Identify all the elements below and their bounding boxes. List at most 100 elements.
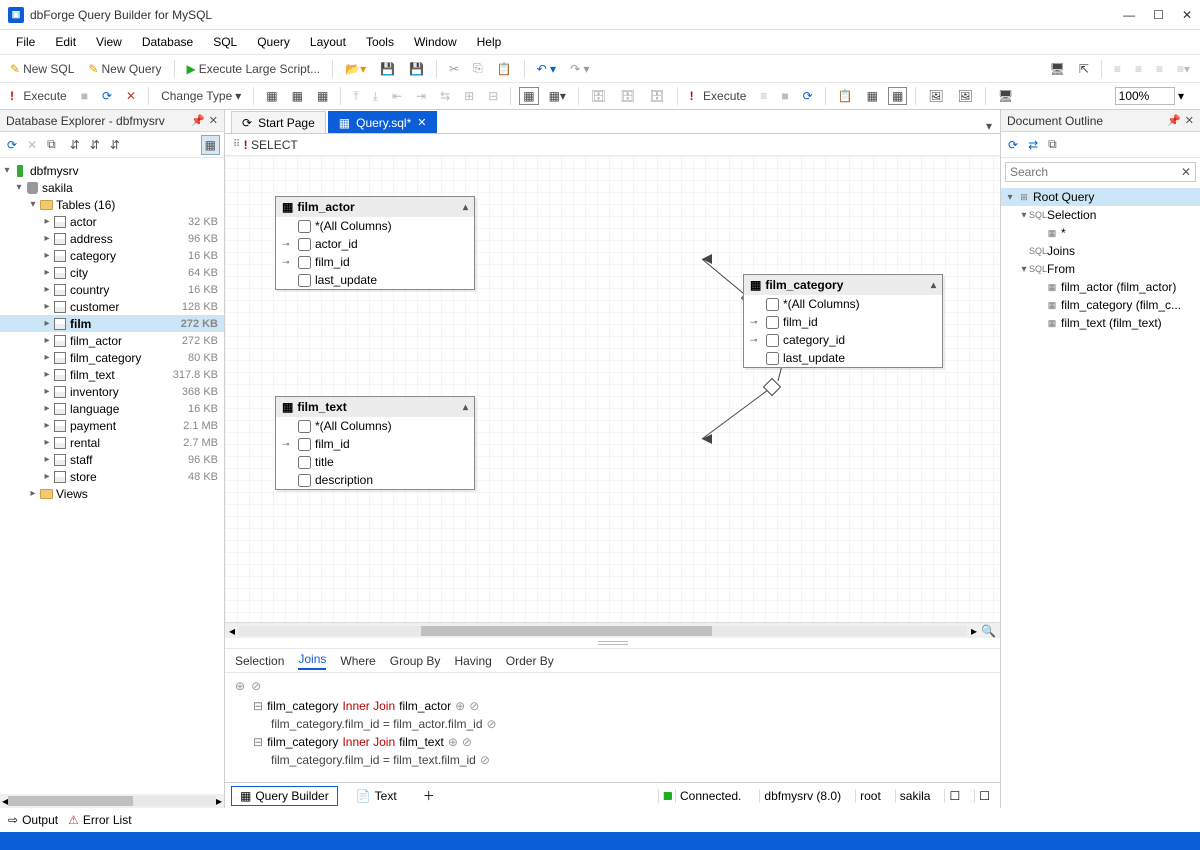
- add-mode-button[interactable]: ＋: [415, 785, 443, 806]
- menu-tools[interactable]: Tools: [358, 33, 402, 51]
- join-condition-2[interactable]: film_category.film_id = film_text.film_i…: [235, 751, 990, 769]
- qtab-groupby[interactable]: Group By: [390, 654, 441, 668]
- entity-column[interactable]: description: [276, 471, 474, 489]
- remove-icon[interactable]: ⊘: [480, 753, 490, 767]
- execute-large-script-button[interactable]: ▶Execute Large Script...: [183, 60, 325, 78]
- redo-dropdown-button[interactable]: ↷ ▾: [566, 60, 593, 78]
- menu-view[interactable]: View: [88, 33, 130, 51]
- sync-outline-icon[interactable]: ⇄: [1025, 136, 1041, 154]
- cancel-button[interactable]: ✕: [122, 87, 140, 105]
- new-query-button[interactable]: ✎New Query: [84, 60, 165, 78]
- tab-start-page[interactable]: ⟳ Start Page: [231, 111, 326, 133]
- column-checkbox[interactable]: [298, 438, 311, 451]
- qtab-having[interactable]: Having: [454, 654, 491, 668]
- add-icon[interactable]: ⊕: [455, 699, 465, 713]
- export-icon[interactable]: ⇱: [1075, 60, 1093, 78]
- toggle-view-icon[interactable]: ▦: [201, 135, 220, 155]
- entity-column[interactable]: ⊸film_id: [276, 435, 474, 453]
- tree-item[interactable]: ▸film272 KB: [0, 315, 224, 332]
- tree-item[interactable]: ▸category16 KB: [0, 247, 224, 264]
- zoom-input[interactable]: [1115, 87, 1175, 105]
- outline-item[interactable]: ▦*: [1001, 224, 1200, 242]
- refresh-outline-icon[interactable]: ⟳: [1005, 136, 1021, 154]
- align-center-icon[interactable]: ≡: [1131, 60, 1146, 78]
- tree-item[interactable]: ▸rental2.7 MB: [0, 434, 224, 451]
- remove-icon[interactable]: ⊘: [462, 735, 472, 749]
- database-tree[interactable]: ▾dbfmysrv▾sakila▾Tables (16)▸actor32 KB▸…: [0, 158, 224, 794]
- close-button[interactable]: ✕: [1182, 8, 1192, 22]
- add-icon[interactable]: ⊕: [448, 735, 458, 749]
- tb2-icon-5[interactable]: ⤓: [369, 87, 382, 106]
- tb2-dropdown-1[interactable]: ▦▾: [545, 87, 570, 105]
- tree-item[interactable]: ▸language16 KB: [0, 400, 224, 417]
- menu-sql[interactable]: SQL: [205, 33, 245, 51]
- tree-item[interactable]: ▸customer128 KB: [0, 298, 224, 315]
- menu-query[interactable]: Query: [249, 33, 298, 51]
- filter3-icon[interactable]: ⇵: [107, 136, 123, 154]
- tab-menu-dropdown[interactable]: ▾: [986, 119, 992, 133]
- tree-item[interactable]: ▸film_text317.8 KB: [0, 366, 224, 383]
- remove-icon[interactable]: ⊘: [469, 699, 479, 713]
- canvas-hscrollbar[interactable]: ◂▸ 🔍: [225, 622, 1000, 638]
- outline-item[interactable]: ▾SQLFrom: [1001, 260, 1200, 278]
- tb2-db-1[interactable]: 🗄: [587, 87, 610, 105]
- pin-icon[interactable]: 📌: [1167, 114, 1181, 127]
- column-checkbox[interactable]: [298, 456, 311, 469]
- column-checkbox[interactable]: [298, 220, 311, 233]
- tree-item[interactable]: ▸inventory368 KB: [0, 383, 224, 400]
- db-explorer-hscrollbar[interactable]: ◂▸: [0, 794, 224, 808]
- tb2-icon-2[interactable]: ▦: [288, 87, 307, 105]
- entity-film-category[interactable]: ▦film_category▴ *(All Columns)⊸film_id⊸c…: [743, 274, 943, 368]
- tb2-settings-icon[interactable]: 🖥: [994, 87, 1017, 105]
- entity-column[interactable]: *(All Columns): [276, 417, 474, 435]
- entity-column[interactable]: title: [276, 453, 474, 471]
- tb2-icon-6[interactable]: ⇤: [388, 87, 406, 105]
- entity-column[interactable]: *(All Columns): [744, 295, 942, 313]
- qtab-where[interactable]: Where: [340, 654, 375, 668]
- menu-file[interactable]: File: [8, 33, 43, 51]
- tb2-grid3-icon[interactable]: ▦: [888, 87, 907, 105]
- outline-item[interactable]: SQLJoins: [1001, 242, 1200, 260]
- tb2-stop-2[interactable]: ■: [777, 87, 792, 105]
- add-join-icon[interactable]: ⊕: [235, 679, 245, 693]
- entity-column[interactable]: *(All Columns): [276, 217, 474, 235]
- tb2-db-3[interactable]: 🗄: [645, 87, 668, 105]
- tb2-clipboard-icon[interactable]: 📋: [834, 87, 857, 105]
- tree-item[interactable]: ▸store48 KB: [0, 468, 224, 485]
- remove-join-icon[interactable]: ⊘: [251, 679, 261, 693]
- tb2-icon-8[interactable]: ⇆: [436, 87, 454, 105]
- monitor-icon[interactable]: 🖥: [1046, 60, 1069, 78]
- tree-item[interactable]: ▸payment2.1 MB: [0, 417, 224, 434]
- save-all-button[interactable]: 💾: [405, 60, 428, 78]
- tree-item[interactable]: ▾Tables (16): [0, 196, 224, 213]
- entity-column[interactable]: ⊸film_id: [744, 313, 942, 331]
- status-box-1[interactable]: ☐: [944, 789, 964, 803]
- save-button[interactable]: 💾: [376, 60, 399, 78]
- outline-item[interactable]: ▦film_text (film_text): [1001, 314, 1200, 332]
- entity-column[interactable]: ⊸actor_id: [276, 235, 474, 253]
- align-left-icon[interactable]: ≡: [1110, 60, 1125, 78]
- column-checkbox[interactable]: [766, 316, 779, 329]
- delete-tree-icon[interactable]: ✕: [24, 136, 40, 154]
- tree-item[interactable]: ▸country16 KB: [0, 281, 224, 298]
- footer-output[interactable]: ⇨ Output: [8, 813, 58, 827]
- entity-column[interactable]: ⊸film_id: [276, 253, 474, 271]
- new-sql-button[interactable]: ✎New SQL: [6, 60, 78, 78]
- tree-item[interactable]: ▸film_category80 KB: [0, 349, 224, 366]
- tree-item[interactable]: ▸Views: [0, 485, 224, 502]
- column-checkbox[interactable]: [766, 298, 779, 311]
- tab-query-sql[interactable]: ▦ Query.sql* ✕: [328, 111, 438, 133]
- entity-column[interactable]: ⊸category_id: [744, 331, 942, 349]
- collapse-icon[interactable]: ▴: [931, 280, 936, 291]
- collapse-icon[interactable]: ▴: [463, 202, 468, 213]
- footer-error-list[interactable]: ⚠ Error List: [68, 813, 131, 827]
- open-dropdown-button[interactable]: 📂▾: [341, 60, 370, 78]
- mode-text[interactable]: 📄 Text: [348, 787, 405, 805]
- tree-item[interactable]: ▸film_actor272 KB: [0, 332, 224, 349]
- pin-icon[interactable]: 📌: [191, 114, 205, 127]
- tb2-grid-icon[interactable]: ▦: [519, 87, 538, 105]
- tb2-grid2-icon[interactable]: ▦: [863, 87, 882, 105]
- tb2-refresh-2[interactable]: ⟳: [799, 87, 817, 105]
- stop-button[interactable]: ■: [77, 87, 92, 105]
- join-condition-1[interactable]: film_category.film_id = film_actor.film_…: [235, 715, 990, 733]
